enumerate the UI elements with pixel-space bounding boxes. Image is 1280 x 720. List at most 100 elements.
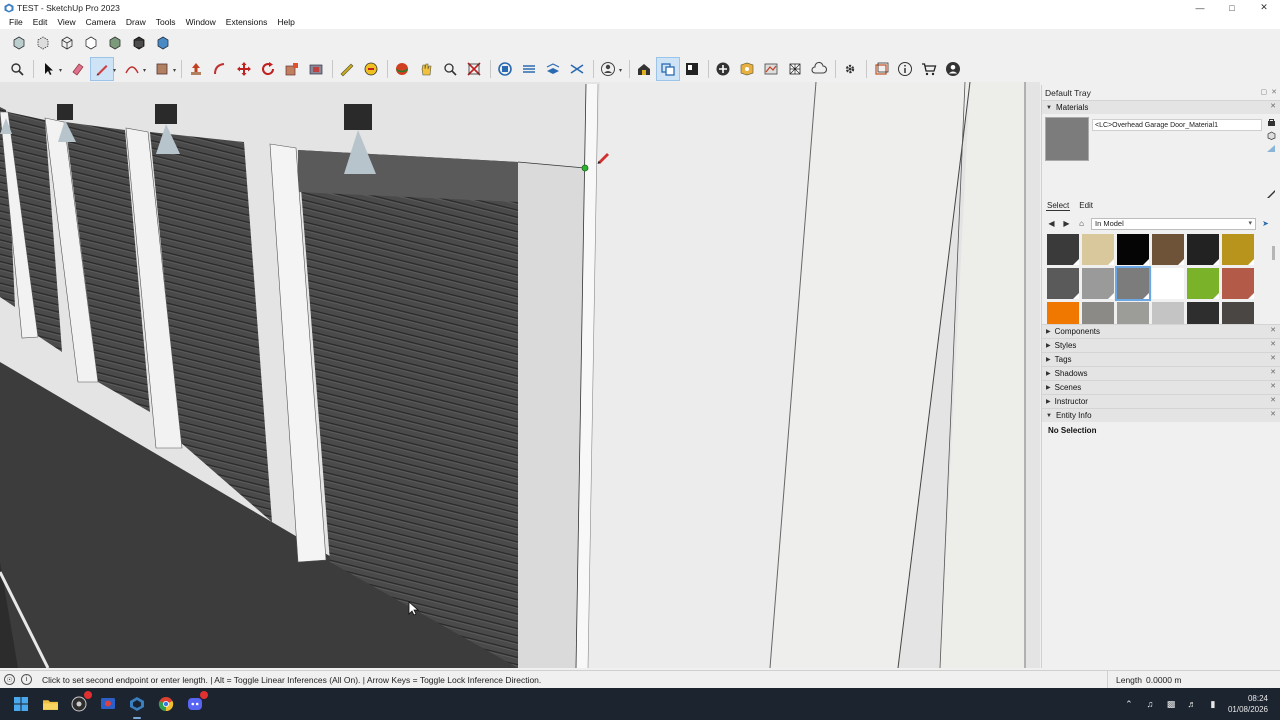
close-icon[interactable]: ✕ [1270, 354, 1276, 362]
line-pencil-button[interactable]: ▾ [90, 57, 116, 81]
wireframe-button[interactable] [56, 32, 78, 54]
geo-button[interactable] [736, 58, 758, 80]
chevron-down-icon[interactable]: ▾ [173, 67, 176, 74]
default-material-icon[interactable] [1267, 144, 1276, 153]
volume-icon[interactable]: ♬ [1186, 698, 1198, 710]
display-section-planes-button[interactable] [518, 58, 540, 80]
zoom-window-button[interactable] [439, 58, 461, 80]
material-name-field[interactable]: <LC>Overhead Garage Door_Material1 [1092, 119, 1262, 131]
chevron-down-icon[interactable]: ▾ [143, 67, 146, 74]
menu-window[interactable]: Window [181, 17, 221, 27]
warehouse-button[interactable] [633, 58, 655, 80]
account-button[interactable] [942, 58, 964, 80]
menu-view[interactable]: View [52, 17, 80, 27]
material-swatch[interactable] [1222, 234, 1254, 265]
panel-tags-header[interactable]: ▶ Tags ✕ [1042, 352, 1280, 366]
material-swatch[interactable] [1187, 234, 1219, 265]
close-icon[interactable]: ✕ [1270, 382, 1276, 390]
swatch-scrollbar[interactable] [1272, 234, 1277, 334]
panel-instructor-header[interactable]: ▶ Instructor ✕ [1042, 394, 1280, 408]
material-swatch[interactable] [1117, 234, 1149, 265]
menu-extensions[interactable]: Extensions [221, 17, 273, 27]
display-section-cuts-button[interactable] [566, 58, 588, 80]
panel-materials-header[interactable]: ▼ Materials ✕ [1042, 100, 1280, 114]
shaded-textures-button[interactable] [128, 32, 150, 54]
material-swatch[interactable] [1187, 268, 1219, 299]
current-material-swatch[interactable] [1045, 117, 1089, 161]
tab-edit[interactable]: Edit [1078, 201, 1094, 211]
minimize-button[interactable]: — [1184, 0, 1216, 15]
panel-scenes-header[interactable]: ▶ Scenes ✕ [1042, 380, 1280, 394]
details-arrow-icon[interactable]: ➤ [1260, 218, 1271, 229]
menu-camera[interactable]: Camera [81, 17, 121, 27]
section-plane-button[interactable] [494, 58, 516, 80]
create-material-icon[interactable] [1267, 131, 1276, 140]
measurements-box[interactable]: Length 0.0000 m [1107, 671, 1280, 689]
add-location-button[interactable] [712, 58, 734, 80]
paint-bucket-button[interactable] [360, 58, 382, 80]
panel-entity-info-header[interactable]: ▼ Entity Info ✕ [1042, 408, 1280, 422]
scale-button[interactable] [281, 58, 303, 80]
zoom-button[interactable] [6, 58, 28, 80]
cloud-sync-button[interactable] [808, 58, 830, 80]
offset-button[interactable] [305, 58, 327, 80]
close-icon[interactable]: ✕ [1270, 410, 1276, 418]
close-icon[interactable]: ✕ [1270, 368, 1276, 376]
eraser-button[interactable] [67, 58, 89, 80]
material-swatch[interactable] [1115, 266, 1151, 301]
chevron-down-icon[interactable]: ▾ [59, 67, 62, 74]
info-button[interactable] [894, 58, 916, 80]
close-icon[interactable]: ✕ [1270, 102, 1276, 110]
sketchup-taskbar-button[interactable] [126, 693, 148, 719]
material-swatch[interactable] [1047, 268, 1079, 299]
home-icon[interactable]: ⌂ [1076, 218, 1087, 229]
user-button[interactable]: ▾ [597, 58, 622, 80]
panel-styles-header[interactable]: ▶ Styles ✕ [1042, 338, 1280, 352]
discord-button[interactable] [184, 691, 208, 715]
orbit-button[interactable] [391, 58, 413, 80]
hidden-line-button[interactable] [80, 32, 102, 54]
tab-select[interactable]: Select [1046, 201, 1071, 211]
extension-manager-button[interactable] [839, 58, 861, 80]
arc-button[interactable]: ▾ [121, 58, 146, 80]
move-button[interactable] [233, 58, 255, 80]
battery-icon[interactable]: ▮ [1207, 698, 1219, 710]
zoom-extents-button[interactable] [463, 58, 485, 80]
menu-edit[interactable]: Edit [28, 17, 53, 27]
screen-recorder-button[interactable] [97, 693, 119, 715]
material-swatch[interactable] [1222, 268, 1254, 299]
windows-start-button[interactable] [10, 693, 32, 715]
scenes-button[interactable] [870, 58, 892, 80]
model-viewport[interactable] [0, 82, 1040, 668]
cart-button[interactable] [918, 58, 940, 80]
measurements-value[interactable]: 0.0000 m [1146, 675, 1181, 685]
xray-button[interactable] [8, 32, 30, 54]
pan-button[interactable] [415, 58, 437, 80]
file-explorer-button[interactable] [39, 693, 61, 715]
material-swatch[interactable] [1082, 268, 1114, 299]
monochrome-button[interactable] [152, 32, 174, 54]
panel-shadows-header[interactable]: ▶ Shadows ✕ [1042, 366, 1280, 380]
section-fill-button[interactable] [542, 58, 564, 80]
material-swatch[interactable] [1152, 234, 1184, 265]
rectangle-button[interactable]: ▾ [151, 58, 176, 80]
forward-arrow-icon[interactable]: ▶ [1061, 218, 1072, 229]
network-icon[interactable]: ▩ [1165, 698, 1177, 710]
chrome-button[interactable] [155, 693, 177, 715]
menu-draw[interactable]: Draw [121, 17, 151, 27]
menu-help[interactable]: Help [272, 17, 299, 27]
clock[interactable]: 08:24 01/08/2026 [1228, 693, 1268, 715]
chevron-up-icon[interactable]: ⌃ [1123, 698, 1135, 710]
close-button[interactable]: ✕ [1248, 0, 1280, 15]
layout-button[interactable] [681, 58, 703, 80]
material-swatch[interactable] [1082, 234, 1114, 265]
microphone-icon[interactable]: ♫ [1144, 698, 1156, 710]
material-library-select[interactable]: In Model ▾ [1091, 217, 1256, 230]
back-arrow-icon[interactable]: ◀ [1046, 218, 1057, 229]
material-swatch[interactable] [1152, 268, 1184, 299]
menu-file[interactable]: File [4, 17, 28, 27]
close-icon[interactable]: ✕ [1270, 396, 1276, 404]
display-secondary-pane-icon[interactable] [1267, 118, 1276, 127]
trimble-connect-button[interactable] [784, 58, 806, 80]
rotate-button[interactable] [257, 58, 279, 80]
